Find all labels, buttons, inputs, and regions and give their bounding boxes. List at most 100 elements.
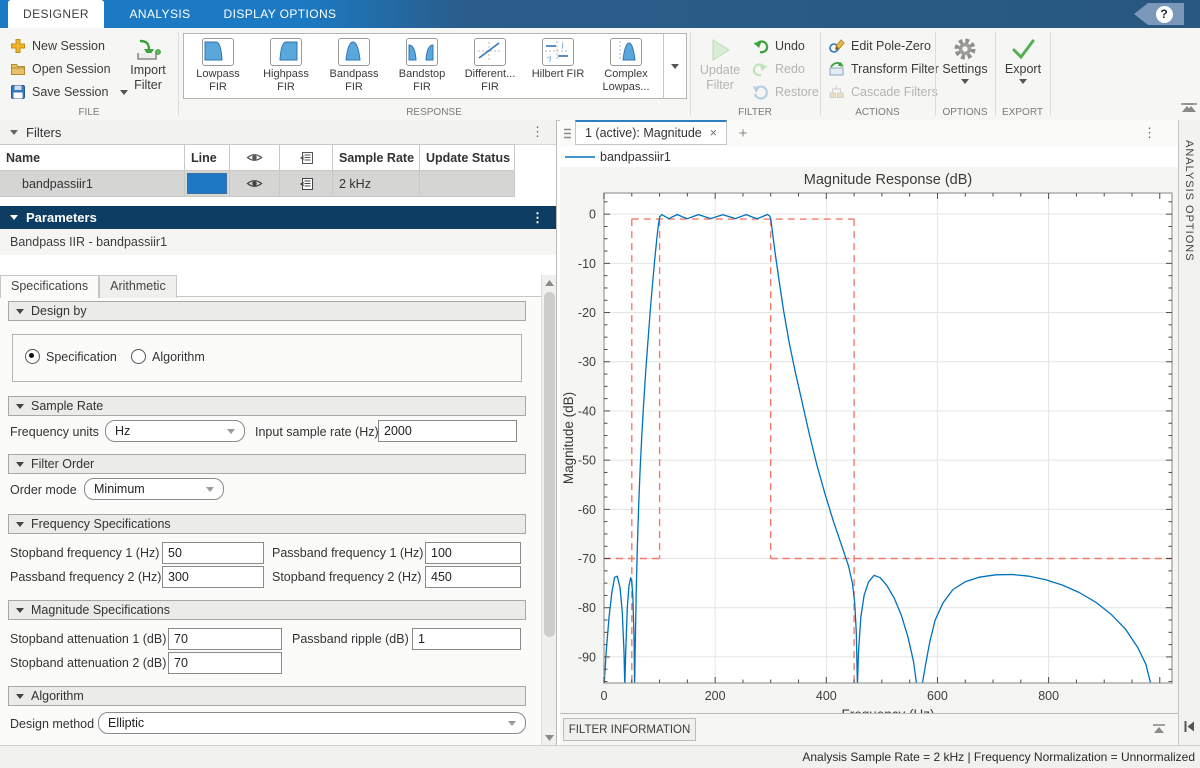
sample-rate-section-header[interactable]: Sample Rate bbox=[8, 396, 526, 416]
scroll-up-button[interactable] bbox=[542, 275, 557, 290]
parameters-scrollbar[interactable] bbox=[541, 275, 557, 745]
radio-unselected-icon[interactable] bbox=[131, 349, 146, 364]
frequency-specs-section-header[interactable]: Frequency Specifications bbox=[8, 514, 526, 534]
legend-label: bandpassiir1 bbox=[600, 150, 671, 164]
panel-divider[interactable] bbox=[556, 120, 557, 745]
visibility-cell[interactable] bbox=[230, 171, 280, 196]
cascade-filters-button[interactable]: Cascade Filters bbox=[828, 83, 938, 100]
scroll-down-button[interactable] bbox=[542, 730, 557, 745]
open-session-button[interactable]: Open Session bbox=[10, 59, 111, 79]
highpass-fir-button[interactable]: Highpass FIR bbox=[252, 34, 320, 98]
specification-radio[interactable]: Specification bbox=[25, 349, 117, 364]
design-method-select[interactable]: Elliptic bbox=[98, 712, 526, 734]
panel-grip-icon[interactable] bbox=[563, 128, 572, 139]
algorithm-section-header[interactable]: Algorithm bbox=[8, 686, 526, 706]
stopband-freq2-field[interactable] bbox=[425, 566, 521, 588]
parameters-menu-icon[interactable]: ⋮ bbox=[531, 210, 544, 226]
tab-display-options[interactable]: DISPLAY OPTIONS bbox=[216, 0, 344, 28]
bandstop-response-icon bbox=[406, 38, 438, 66]
analysis-options-strip[interactable]: ANALYSIS OPTIONS bbox=[1178, 120, 1200, 745]
tab-designer[interactable]: DESIGNER bbox=[8, 0, 104, 28]
filters-table: Name Line Sample Rate Update Status band… bbox=[0, 144, 515, 197]
update-filter-button[interactable]: Update Filter bbox=[694, 37, 746, 93]
magnitude-specs-section-header[interactable]: Magnitude Specifications bbox=[8, 600, 526, 620]
save-session-button[interactable]: Save Session bbox=[10, 82, 128, 102]
filters-panel-header[interactable]: Filters ⋮ bbox=[0, 120, 556, 145]
parameters-panel-header[interactable]: Parameters ⋮ bbox=[0, 206, 556, 229]
import-filter-button[interactable]: Import Filter bbox=[122, 37, 174, 93]
filter-info-cell[interactable] bbox=[280, 171, 333, 196]
minimize-ribbon-icon[interactable] bbox=[1184, 102, 1198, 114]
parameter-tabs: Specifications Arithmetic bbox=[0, 275, 177, 297]
lowpass-fir-button[interactable]: Lowpass FIR bbox=[184, 34, 252, 98]
magnitude-response-chart[interactable]: 02004006008000-10-20-30-40-50-60-70-80-9… bbox=[560, 167, 1178, 713]
collapse-up-icon[interactable] bbox=[1152, 723, 1166, 735]
edit-pole-zero-button[interactable]: Edit Pole-Zero bbox=[828, 37, 931, 54]
transform-filter-button[interactable]: Transform Filter bbox=[828, 60, 939, 77]
filter-name-cell[interactable]: bandpassiir1 bbox=[0, 171, 185, 196]
tab-analysis[interactable]: ANALYSIS bbox=[104, 0, 216, 28]
response-section-label: RESPONSE bbox=[178, 107, 690, 118]
filter-section-label: FILTER bbox=[690, 107, 820, 118]
restore-button[interactable]: Restore bbox=[752, 83, 819, 100]
collapse-parameters-icon[interactable] bbox=[10, 215, 18, 220]
filter-order-section-header[interactable]: Filter Order bbox=[8, 454, 526, 474]
radio-selected-icon[interactable] bbox=[25, 349, 40, 364]
collapse-left-icon[interactable] bbox=[1183, 720, 1196, 733]
redo-icon bbox=[752, 60, 769, 77]
stopband-freq1-field[interactable] bbox=[162, 542, 264, 564]
bandstop-fir-button[interactable]: Bandstop FIR bbox=[388, 34, 456, 98]
save-floppy-icon bbox=[10, 84, 26, 100]
lowpass-response-icon bbox=[202, 38, 234, 66]
line-color-swatch[interactable] bbox=[187, 173, 227, 194]
design-by-section-header[interactable]: Design by bbox=[8, 301, 526, 321]
svg-text:0: 0 bbox=[589, 208, 596, 222]
passband-ripple-field[interactable] bbox=[412, 628, 521, 650]
table-row[interactable]: bandpassiir1 2 kHz bbox=[0, 171, 515, 197]
passband-freq1-field[interactable] bbox=[425, 542, 521, 564]
hilbert-fir-button[interactable]: j-j Hilbert FIR bbox=[524, 34, 592, 98]
document-tabbar: 1 (active): Magnitude × + ⋮ bbox=[560, 120, 1178, 146]
line-color-cell[interactable] bbox=[185, 171, 230, 196]
order-mode-select[interactable]: Minimum bbox=[84, 478, 224, 500]
passband-freq2-field[interactable] bbox=[162, 566, 264, 588]
svg-text:-j: -j bbox=[547, 55, 551, 62]
stopband-freq2-label: Stopband frequency 2 (Hz) bbox=[272, 566, 421, 588]
highpass-response-icon bbox=[270, 38, 302, 66]
differentiator-fir-button[interactable]: Different... FIR bbox=[456, 34, 524, 98]
gallery-dropdown-icon bbox=[671, 64, 679, 69]
tab-arithmetic[interactable]: Arithmetic bbox=[99, 275, 177, 298]
algorithm-radio[interactable]: Algorithm bbox=[131, 349, 205, 364]
import-filter-icon bbox=[134, 37, 162, 63]
analysis-options-label: ANALYSIS OPTIONS bbox=[1183, 140, 1195, 262]
undo-button[interactable]: Undo bbox=[752, 37, 805, 54]
gallery-expand-button[interactable] bbox=[663, 34, 686, 98]
settings-button[interactable]: Settings bbox=[938, 36, 992, 84]
doc-tabbar-menu-icon[interactable]: ⋮ bbox=[1143, 125, 1156, 141]
new-session-button[interactable]: New Session bbox=[10, 36, 105, 56]
scrollbar-thumb[interactable] bbox=[544, 292, 555, 637]
stopband-atten2-field[interactable] bbox=[168, 652, 282, 674]
close-icon[interactable]: × bbox=[710, 126, 717, 140]
filter-information-button[interactable]: FILTER INFORMATION bbox=[563, 718, 696, 741]
redo-button[interactable]: Redo bbox=[752, 60, 805, 77]
frequency-units-select[interactable]: Hz bbox=[105, 420, 245, 442]
stopband-atten1-field[interactable] bbox=[168, 628, 282, 650]
export-button[interactable]: Export bbox=[998, 36, 1048, 84]
edit-pole-zero-icon bbox=[828, 37, 845, 54]
tab-specifications[interactable]: Specifications bbox=[0, 275, 99, 298]
svg-text:-20: -20 bbox=[578, 306, 596, 320]
input-sample-rate-field[interactable] bbox=[378, 420, 517, 442]
help-button[interactable]: ? bbox=[1134, 3, 1184, 25]
collapse-filters-icon[interactable] bbox=[10, 130, 18, 135]
add-tab-button[interactable]: + bbox=[728, 122, 758, 145]
svg-text:600: 600 bbox=[927, 689, 948, 703]
frequency-units-label: Frequency units bbox=[10, 421, 99, 443]
hilbert-response-icon: j-j bbox=[542, 38, 574, 66]
magnitude-doc-tab[interactable]: 1 (active): Magnitude × bbox=[575, 120, 727, 145]
design-by-box: Specification Algorithm bbox=[12, 334, 522, 382]
complex-lowpass-button[interactable]: Complex Lowpas... bbox=[592, 34, 660, 98]
bandpass-fir-button[interactable]: Bandpass FIR bbox=[320, 34, 388, 98]
filters-menu-icon[interactable]: ⋮ bbox=[531, 124, 544, 140]
input-sample-rate-label: Input sample rate (Hz) bbox=[255, 421, 379, 443]
